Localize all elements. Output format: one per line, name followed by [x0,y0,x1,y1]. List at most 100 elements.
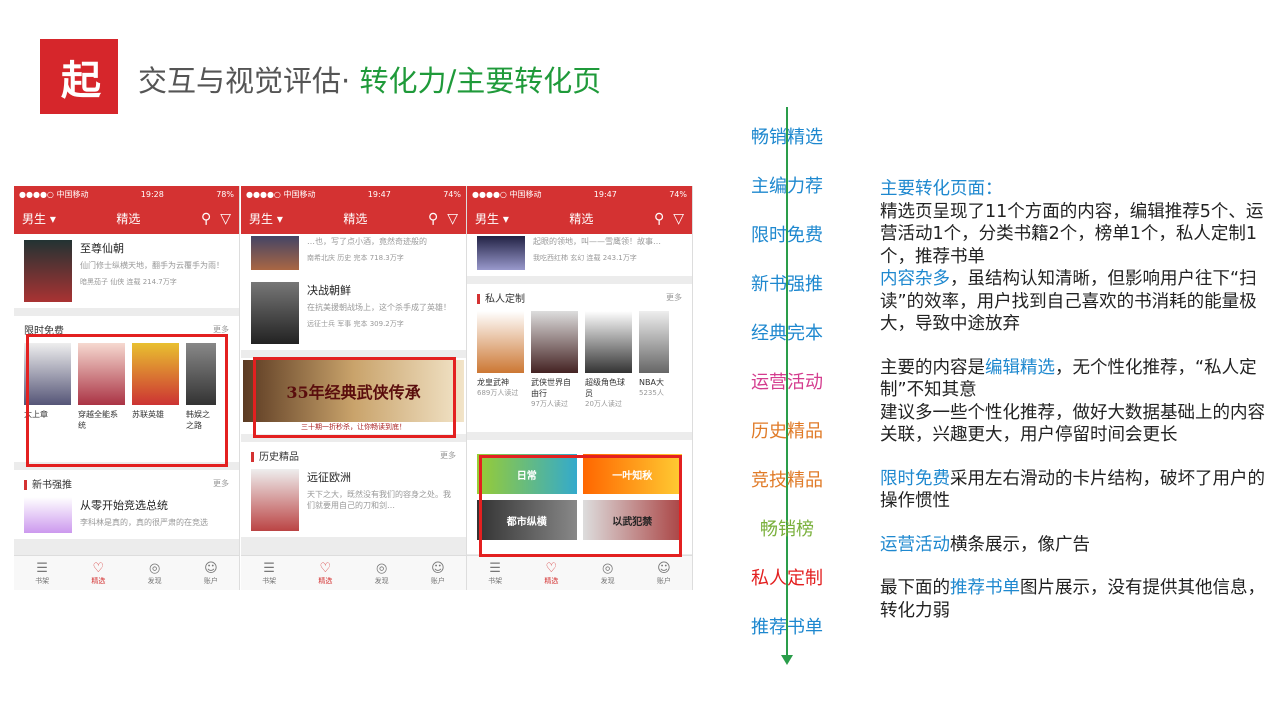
book-card[interactable]: …也，写了点小酒，竟然奇迹般的 南希北庆 历史 完本 718.3万字 [241,234,466,276]
book-card[interactable]: 至尊仙朝 仙门修士纵横天地，翻手为云覆手为雨！ 暗黑茄子 仙侠 连载 214.7… [14,234,239,308]
phone-screen-3: ●●●●○ 中国移动 19:47 74% 男生 ▾ 精选 ⚲ ▽ 起眼的领地，叫—… [467,186,693,590]
nav-title: 精选 [343,212,368,226]
tag-icon: ♡ [92,560,105,576]
more-link[interactable]: 更多 [213,324,229,335]
book-cover[interactable] [24,497,72,533]
gender-select[interactable]: 男生 ▾ [22,210,56,227]
booklist-section: 日常 一叶知秋 都市纵横 以武犯禁 [467,440,692,554]
book-cover[interactable] [24,240,72,302]
booklist-card[interactable]: 都市纵横 [477,500,577,540]
tab-discover[interactable]: ◎ 发现 [148,561,162,586]
section-title: 历史精品 [259,452,299,463]
filter-icon[interactable]: ▽ [447,211,458,227]
search-icon[interactable]: ⚲ [654,211,664,227]
filter-icon[interactable]: ▽ [673,211,684,227]
tab-featured[interactable]: ♡ 精选 [318,561,332,586]
book-card[interactable]: 决战朝鲜 在抗美援朝战场上，这个杀手成了英雄！ 远征士兵 军事 完本 309.2… [241,276,466,350]
user-icon: ☺ [657,560,671,576]
battery-level: 74% [669,190,687,199]
note-text: 建议多一些个性化推荐，做好大数据基础上的内容关联，兴趣更大，用户停留时间会更长 [880,402,1265,446]
book-cover[interactable] [251,236,299,270]
logo-text: 起 [61,57,101,104]
timeline-label: 运营活动 [751,372,823,393]
bookshelf-icon: ☰ [489,560,501,576]
search-icon[interactable]: ⚲ [428,211,438,227]
book-author: 我吃西红柿 玄幻 连载 243.1万字 [533,254,637,263]
book-item[interactable]: NBA大 5235人 [639,311,669,409]
battery-level: 78% [216,190,234,199]
booklist-card[interactable]: 一叶知秋 [582,454,682,494]
promo-banner[interactable]: 35年经典武侠传承 [243,360,464,422]
timeline-label: 主编力荐 [751,176,823,197]
booklist-card[interactable]: 以武犯禁 [582,500,682,540]
title-highlight: 转化力/主要转化页 [359,64,602,98]
gender-select[interactable]: 男生 ▾ [249,210,283,227]
tab-bookshelf[interactable]: ☰ 书架 [488,561,502,586]
phone-screen-1: ●●●●○ 中国移动 19:28 78% 男生 ▾ 精选 ⚲ ▽ 至尊仙朝 仙门修… [14,186,240,590]
notes-heading: 主要转化页面： [880,179,1003,199]
filter-icon[interactable]: ▽ [220,211,231,227]
tab-discover[interactable]: ◎ 发现 [601,561,615,586]
book-item[interactable]: 武侠世界自由行 97万人读过 [531,311,578,409]
timeline-label: 新书强推 [751,274,823,295]
search-icon[interactable]: ⚲ [201,211,211,227]
book-item[interactable]: 穿越全能系统 [78,343,125,431]
tab-featured[interactable]: ♡ 精选 [91,561,105,586]
book-item[interactable]: 苏联英雄 [132,343,179,431]
timeline-label: 限时免费 [751,225,823,246]
tag-icon: ♡ [545,560,558,576]
book-item[interactable]: 龙皇武神 689万人读过 [477,311,524,409]
qidian-logo: 起 [40,39,118,114]
book-author: 南希北庆 历史 完本 718.3万字 [307,254,404,263]
book-item[interactable]: 太上章 [24,343,71,431]
more-link[interactable]: 更多 [440,450,456,461]
tab-bar: ☰ 书架 ♡ 精选 ◎ 发现 ☺ 账户 [241,555,466,590]
battery-level: 74% [443,190,461,199]
timeline-label: 历史精品 [751,421,823,442]
tab-bookshelf[interactable]: ☰ 书架 [262,561,276,586]
note-text: 最下面的推荐书单图片展示，没有提供其他信息，转化力弱 [880,578,1265,621]
book-cover[interactable] [251,469,299,531]
title-prefix: 交互与视觉评估· [138,64,351,98]
more-link[interactable]: 更多 [666,292,682,303]
section-title: 新书强推 [32,480,72,491]
gender-select[interactable]: 男生 ▾ [475,210,509,227]
tab-account[interactable]: ☺ 账户 [657,561,671,586]
book-title[interactable]: 决战朝鲜 [307,282,451,298]
tab-account[interactable]: ☺ 账户 [431,561,445,586]
bookshelf-icon: ☰ [36,560,48,576]
note-text: 主要的内容是编辑精选，无个性化推荐，“私人定制”不知其意 [880,357,1257,401]
status-bar: ●●●●○ 中国移动 19:47 74% [467,186,692,203]
book-title[interactable]: 至尊仙朝 [80,240,224,256]
book-item[interactable]: 超级角色球员 20万人读过 [585,311,632,409]
book-desc: 在抗美援朝战场上，这个杀手成了英雄！ [307,303,451,312]
tab-featured[interactable]: ♡ 精选 [544,561,558,586]
note-text: 精选页呈现了11个方面的内容，编辑推荐5个、运营活动1个，分类书籍2个，榜单1个… [880,201,1264,267]
book-title[interactable]: 从零开始竞选总统 [80,497,208,513]
booklist-card[interactable]: 日常 [477,454,577,494]
book-cover[interactable] [477,236,525,270]
nav-bar: 男生 ▾ 精选 ⚲ ▽ [14,203,239,234]
book-title[interactable]: 远征欧洲 [307,469,456,485]
more-link[interactable]: 更多 [213,478,229,489]
tab-bookshelf[interactable]: ☰ 书架 [35,561,49,586]
clock: 19:47 [367,190,391,199]
note-text: 限时免费采用左右滑动的卡片结构，破坏了用户的操作惯性 [880,468,1265,512]
tag-icon: ♡ [319,560,332,576]
carrier-label: ●●●●○ 中国移动 [246,190,316,199]
timeline-label: 私人定制 [751,568,823,589]
book-card[interactable]: 起眼的领地，叫——雪鹰领！故事… 我吃西红柿 玄幻 连载 243.1万字 [467,234,692,276]
book-item[interactable]: 韩娱之之路 [186,343,216,431]
tab-discover[interactable]: ◎ 发现 [375,561,389,586]
phone-screen-2: ●●●●○ 中国移动 19:47 74% 男生 ▾ 精选 ⚲ ▽ …也，写了点小酒… [241,186,467,590]
clock: 19:47 [593,190,617,199]
tab-account[interactable]: ☺ 账户 [204,561,218,586]
tab-bar: ☰ 书架 ♡ 精选 ◎ 发现 ☺ 账户 [467,555,692,590]
book-cover[interactable] [251,282,299,344]
carrier-label: ●●●●○ 中国移动 [472,190,542,199]
clock: 19:28 [140,190,164,199]
nav-bar: 男生 ▾ 精选 ⚲ ▽ [241,203,466,234]
analysis-notes: 主要转化页面： 精选页呈现了11个方面的内容，编辑推荐5个、运营活动1个，分类书… [880,178,1270,622]
free-section: 限时免费 更多 太上章 穿越全能系统 苏联英雄 韩娱之之路 [14,316,239,462]
promo-banner-section[interactable]: 35年经典武侠传承 三十期一折秒杀，让你畅读到底！ [241,358,466,434]
